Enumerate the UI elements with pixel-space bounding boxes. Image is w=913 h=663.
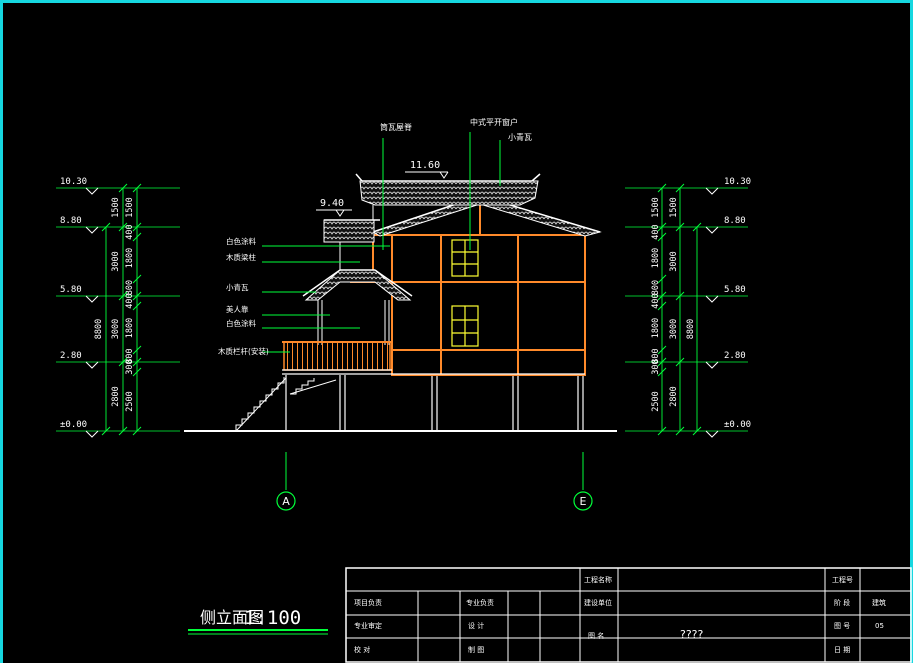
top-annotations: 筒瓦屋脊 中式平开窗户 小青瓦 [380, 117, 532, 142]
tb-stage-value: 建筑 [872, 598, 886, 607]
elevation-marker: ±0.00 [56, 420, 180, 438]
tb-stage-label: 阶 段 [834, 598, 850, 607]
axis-lines [285, 452, 584, 490]
roof-level-11-60: 11.60 [405, 160, 449, 179]
leader-lines [262, 132, 501, 353]
dimension-label: 8800 [94, 319, 104, 339]
dimension-label: 2500 [651, 391, 661, 411]
elevation-label: 2.80 [724, 351, 746, 361]
tb-review-label: 专业审定 [354, 621, 382, 630]
dimension-label: 3000 [111, 251, 121, 271]
tb-project-no-label: 工程号 [832, 575, 853, 584]
dimension-label: 300 [651, 359, 661, 374]
dimension-label: 2500 [125, 391, 135, 411]
left-dimension-chain: 1500400180080040018008003002500150030003… [94, 183, 142, 436]
axis-bubble-e[interactable]: E [573, 491, 593, 511]
elevation-marker: 2.80 [56, 351, 180, 369]
elevation-label: 10.30 [724, 177, 751, 187]
annotation-left-1: 白色涂料 [226, 236, 256, 246]
elevation-label: 2.80 [60, 351, 82, 361]
elevation-marker: 5.80 [56, 285, 180, 303]
dimension-label: 400 [125, 293, 135, 308]
axis-bubble-a[interactable]: A [276, 491, 296, 511]
axis-label-e: E [580, 495, 587, 508]
tb-check-label: 校 对 [354, 645, 370, 654]
tb-construction-unit-label: 建设单位 [584, 598, 612, 607]
dimension-label: 1500 [111, 197, 121, 217]
annotation-left-3: 小青瓦 [226, 282, 249, 292]
drawing-canvas[interactable]: 10.30 8.80 5.80 2.80 ±0.00 10.30 8.80 5.80 2.80… [0, 0, 913, 663]
left-annotations: 白色涂料 木质梁柱 小青瓦 美人靠 白色涂料 木质栏杆(安装) [218, 236, 269, 356]
annotation-tile: 小青瓦 [508, 132, 532, 142]
building-elevation [235, 132, 602, 490]
tb-project-lead-label: 项目负责 [354, 598, 382, 607]
drawing-title-block: 侧立面图 1:100 [188, 607, 328, 635]
dimension-label: 1500 [125, 197, 135, 217]
dimension-label: 8800 [686, 319, 696, 339]
elevation-marker: 10.30 [56, 177, 180, 195]
elevation-label: 10.30 [60, 177, 87, 187]
dimension-label: 800 [651, 280, 661, 295]
tb-sheet-no-label: 图 号 [834, 622, 850, 630]
tb-discipline-lead-label: 专业负责 [466, 598, 494, 607]
pavilion-posts [317, 300, 390, 345]
dimension-label: 300 [125, 359, 135, 374]
tb-drawing-name-value: ???? [680, 628, 704, 641]
tb-draft-label: 制 图 [468, 645, 484, 654]
stilts [285, 375, 584, 431]
dimension-label: 1800 [651, 318, 661, 338]
roof-level-9-40: 9.40 [316, 198, 352, 217]
dimension-label: 400 [125, 224, 135, 239]
elevation-label: 8.80 [60, 216, 82, 226]
dimension-label: 3000 [111, 319, 121, 339]
dimension-label: 1800 [651, 248, 661, 268]
elevation-marker: 2.80 [625, 351, 748, 369]
axis-label-a: A [282, 495, 290, 508]
dimension-label: 1800 [125, 248, 135, 268]
top-roof [355, 173, 541, 232]
balcony-railing [282, 341, 585, 375]
right-elevation-markers: 10.30 8.80 5.80 2.80 ±0.00 [625, 177, 751, 438]
window-lower [451, 305, 479, 347]
tb-sheet-no-value: 05 [875, 622, 884, 630]
annotation-ridge: 筒瓦屋脊 [380, 122, 412, 132]
elevation-label: 8.80 [724, 216, 746, 226]
elevation-label: 5.80 [724, 285, 746, 295]
dimension-label: 400 [651, 293, 661, 308]
annotation-left-5: 白色涂料 [226, 318, 256, 328]
dimension-label: 1800 [125, 318, 135, 338]
elevation-marker: ±0.00 [625, 420, 751, 438]
dimension-label: 3000 [669, 319, 679, 339]
tb-design-label: 设 计 [468, 621, 484, 630]
elevation-label: ±0.00 [60, 420, 87, 430]
dimension-label: 2800 [111, 386, 121, 406]
window-upper [451, 239, 479, 277]
dimension-label: 3000 [669, 251, 679, 271]
annotation-left-6: 木质栏杆(安装) [218, 346, 269, 356]
title-block-table [345, 567, 912, 663]
annotation-left-2: 木质梁柱 [226, 252, 256, 262]
drawing-scale: 1:100 [244, 607, 301, 629]
elevation-label: ±0.00 [724, 420, 751, 430]
dimension-label: 2800 [669, 386, 679, 406]
elevation-marker: 10.30 [625, 177, 751, 195]
right-dimension-chain: 1500400180080040018008003002500150030003… [651, 183, 702, 436]
annotation-window: 中式平开窗户 [470, 117, 518, 127]
tb-drawing-name-label: 图 名 [588, 631, 604, 640]
dimension-label: 1500 [651, 197, 661, 217]
elevation-marker: 8.80 [625, 216, 748, 234]
roof-level-label: 11.60 [410, 160, 440, 171]
roof-level-label: 9.40 [320, 198, 344, 209]
dimension-label: 1500 [669, 197, 679, 217]
tb-project-name-label: 工程名称 [584, 575, 612, 584]
elevation-marker: 5.80 [625, 285, 748, 303]
elevation-label: 5.80 [60, 285, 82, 295]
dimension-label: 400 [651, 224, 661, 239]
annotation-left-4: 美人靠 [226, 304, 249, 314]
pavilion-roof [302, 269, 413, 301]
tb-date-label: 日 期 [834, 646, 850, 654]
